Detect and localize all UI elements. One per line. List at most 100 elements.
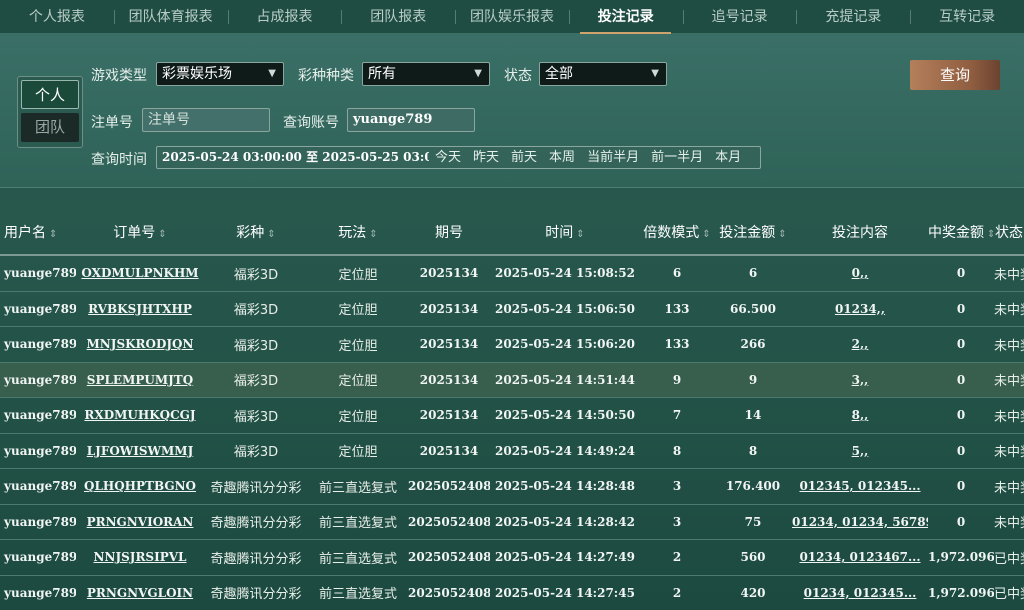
cell-issue: 2025134: [419, 301, 479, 316]
column-header-lottery[interactable]: 彩种 ⇕: [204, 222, 308, 242]
cell-issue: 2025134: [419, 408, 479, 423]
table-row: yuange789 LJFOWISWMMJ 福彩3D 定位胆 2025134 2025-0…: [0, 434, 1024, 469]
tab-transfer-records[interactable]: 互转记录: [910, 0, 1024, 34]
cell-content-link[interactable]: 0,,: [792, 266, 928, 280]
cell-content-link[interactable]: 2,,: [792, 337, 928, 351]
cell-user: yuange789: [4, 585, 76, 600]
cell-issue: 202505240868: [408, 585, 490, 600]
cell-time: 2025-05-24 14:27:49: [495, 550, 635, 565]
query-account-input[interactable]: yuange789: [347, 108, 475, 132]
lottery-type-value: 所有: [368, 66, 396, 82]
cell-status: 未中奖: [994, 445, 1024, 461]
filter-panel: 个人 团队 游戏类型 彩票娱乐场 ▼ 彩种种类 所有 ▼ 状态 全部 ▼ 查询 …: [0, 34, 1024, 188]
cell-user: yuange789: [4, 550, 76, 565]
cell-play: 前三直选复式: [318, 587, 397, 603]
game-type-value: 彩票娱乐场: [162, 66, 232, 82]
cell-content-link[interactable]: 8,,: [792, 408, 928, 422]
cell-amount: 420: [740, 585, 766, 600]
chevron-down-icon: ▼: [474, 68, 482, 79]
cell-status: 已中奖: [994, 551, 1024, 567]
tab-team-report[interactable]: 团队报表: [341, 0, 455, 34]
order-number-label: 注单号: [91, 115, 133, 131]
quick-day-before[interactable]: 前天: [505, 147, 543, 168]
cell-play: 定位胆: [338, 374, 378, 390]
table-body: yuange789 OXDMULPNKHM 福彩3D 定位胆 2025134 2025-0…: [0, 256, 1024, 610]
column-header-user[interactable]: 用户名 ⇕: [0, 222, 76, 242]
tab-team-sports-report[interactable]: 团队体育报表: [113, 0, 228, 34]
column-header-status: 状态: [995, 225, 1023, 241]
query-button[interactable]: 查询: [910, 60, 1000, 90]
status-select[interactable]: 全部 ▼: [539, 62, 667, 86]
sort-icon[interactable]: ⇕: [267, 229, 275, 240]
sort-icon[interactable]: ⇕: [702, 229, 710, 240]
tab-deposit-withdraw-records[interactable]: 充提记录: [796, 0, 910, 34]
quick-this-month[interactable]: 本月: [709, 147, 747, 168]
cell-order-link[interactable]: PRNGNVGLOIN: [76, 586, 204, 600]
sort-icon[interactable]: ⇕: [158, 229, 166, 240]
sort-icon[interactable]: ⇕: [987, 229, 994, 240]
table-row: yuange789 RXDMUHKQCGJ 福彩3D 定位胆 2025134 2025-0…: [0, 398, 1024, 434]
cell-order-link[interactable]: PRNGNVIORAN: [76, 515, 204, 529]
tab-share-report[interactable]: 占成报表: [227, 0, 342, 34]
tab-team-entertainment-report[interactable]: 团队娱乐报表: [455, 0, 569, 34]
time-range-box: 2025-05-24 03:00:00 至 2025-05-25 03:00:0…: [156, 146, 761, 169]
quick-yesterday[interactable]: 昨天: [467, 147, 505, 168]
cell-content-link[interactable]: 3,,: [792, 373, 928, 387]
scope-team-button[interactable]: 团队: [21, 113, 79, 142]
time-range-input[interactable]: 2025-05-24 03:00:00 至 2025-05-25 03:00:0…: [157, 147, 429, 168]
cell-play: 前三直选复式: [318, 480, 397, 496]
cell-content-link[interactable]: 01234,,: [792, 302, 928, 316]
quick-this-week[interactable]: 本周: [543, 147, 581, 168]
cell-content-link[interactable]: 012345, 012345...: [792, 479, 928, 493]
cell-time: 2025-05-24 15:06:20: [495, 337, 635, 352]
cell-user: yuange789: [4, 408, 76, 423]
cell-order-link[interactable]: RXDMUHKQCGJ: [76, 408, 204, 422]
column-header-order[interactable]: 订单号 ⇕: [76, 222, 204, 242]
tab-chase-records[interactable]: 追号记录: [682, 0, 797, 34]
cell-content-link[interactable]: 01234, 012345...: [792, 586, 928, 600]
cell-win-amount: 0: [956, 443, 966, 458]
query-time-label: 查询时间: [91, 152, 147, 168]
cell-order-link[interactable]: LJFOWISWMMJ: [76, 444, 204, 458]
scope-personal-button[interactable]: 个人: [21, 80, 79, 109]
cell-amount: 176.400: [725, 479, 781, 494]
sort-icon[interactable]: ⇕: [49, 229, 57, 240]
column-header-multiple[interactable]: 倍数模式 ⇕: [640, 222, 714, 242]
lottery-type-select[interactable]: 所有 ▼: [362, 62, 490, 86]
sort-icon[interactable]: ⇕: [576, 229, 584, 240]
cell-content-link[interactable]: 5,,: [792, 444, 928, 458]
tab-bet-records[interactable]: 投注记录: [568, 0, 683, 34]
cell-order-link[interactable]: RVBKSJHTXHP: [76, 302, 204, 316]
table-row: yuange789 NNJSJRSIPVL 奇趣腾讯分分彩 前三直选复式 2025052…: [0, 540, 1024, 576]
cell-user: yuange789: [4, 443, 76, 458]
sort-icon[interactable]: ⇕: [369, 229, 377, 240]
cell-amount: 560: [740, 550, 766, 565]
tab-personal-report[interactable]: 个人报表: [0, 0, 114, 34]
column-header-time[interactable]: 时间 ⇕: [490, 222, 640, 242]
cell-content-link[interactable]: 01234, 01234, 56789: [792, 515, 928, 529]
cell-content-link[interactable]: 01234, 0123467...: [792, 550, 928, 564]
cell-lottery: 奇趣腾讯分分彩: [210, 480, 302, 496]
cell-order-link[interactable]: QLHQHPTBGNO: [76, 479, 204, 493]
order-number-input[interactable]: 注单号: [142, 108, 270, 132]
cell-order-link[interactable]: SPLEMPUMJTQ: [76, 373, 204, 387]
table-row: yuange789 MNJSKRODJQN 福彩3D 定位胆 2025134 2025-0…: [0, 327, 1024, 363]
quick-today[interactable]: 今天: [429, 147, 467, 168]
cell-issue: 2025134: [419, 266, 479, 281]
table-row: yuange789 SPLEMPUMJTQ 福彩3D 定位胆 2025134 2025-0…: [0, 362, 1024, 398]
game-type-select[interactable]: 彩票娱乐场 ▼: [156, 62, 284, 86]
cell-order-link[interactable]: OXDMULPNKHM: [76, 266, 204, 280]
column-header-play[interactable]: 玩法 ⇕: [308, 222, 408, 242]
cell-order-link[interactable]: MNJSKRODJQN: [76, 337, 204, 351]
quick-previous-half-month[interactable]: 前一半月: [645, 147, 709, 168]
status-label: 状态: [504, 68, 532, 84]
cell-win-amount: 1,972.096: [928, 550, 994, 565]
column-header-amount[interactable]: 投注金额 ⇕: [714, 222, 792, 242]
cell-play: 前三直选复式: [318, 551, 397, 567]
cell-order-link[interactable]: NNJSJRSIPVL: [76, 550, 204, 564]
table-row: yuange789 PRNGNVIORAN 奇趣腾讯分分彩 前三直选复式 2025052…: [0, 505, 1024, 540]
cell-time: 2025-05-24 14:50:50: [495, 408, 635, 423]
column-header-win[interactable]: 中奖金额 ⇕: [928, 222, 994, 242]
sort-icon[interactable]: ⇕: [778, 229, 786, 240]
quick-current-half-month[interactable]: 当前半月: [581, 147, 645, 168]
